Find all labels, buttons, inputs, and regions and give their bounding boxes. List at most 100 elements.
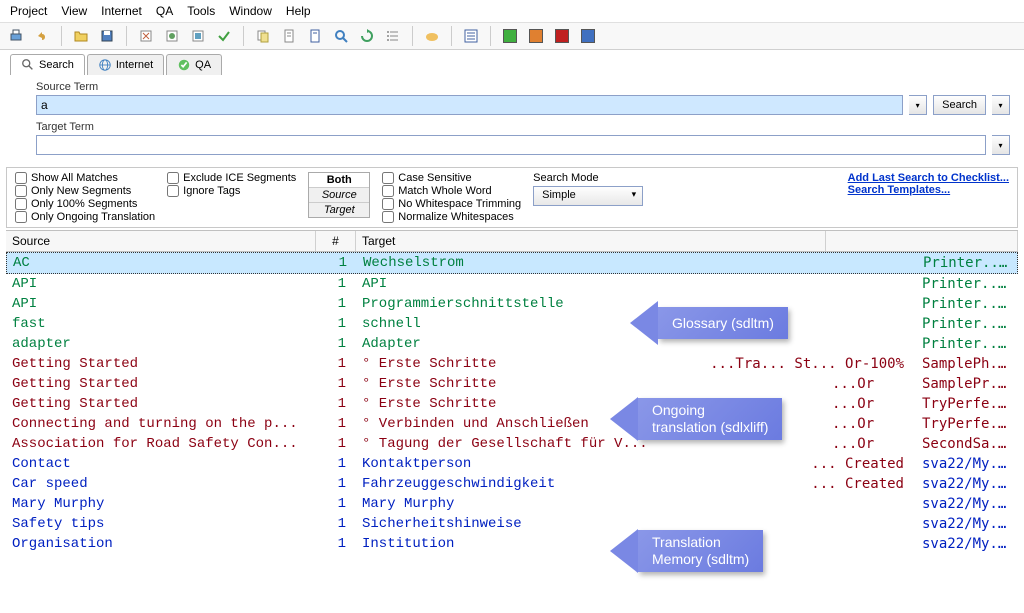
- menu-project[interactable]: Project: [10, 4, 47, 18]
- options-col-1: Show All Matches Only New Segments Only …: [15, 172, 155, 223]
- print-icon[interactable]: [6, 26, 26, 46]
- cell-extra: Created ...: [826, 455, 916, 473]
- opt-exclude-ice[interactable]: Exclude ICE Segments: [167, 172, 296, 184]
- cell-file: Printer....: [916, 295, 1018, 313]
- tool-icon-1[interactable]: [136, 26, 156, 46]
- copy-icon[interactable]: [253, 26, 273, 46]
- result-row[interactable]: fast1schnellPrinter....: [6, 314, 1018, 334]
- cloud-icon[interactable]: [422, 26, 442, 46]
- cell-file: Printer....: [916, 275, 1018, 293]
- options-col-2: Exclude ICE Segments Ignore Tags: [167, 172, 296, 197]
- opt-only-new-segments[interactable]: Only New Segments: [15, 185, 155, 197]
- cell-extra: [827, 254, 917, 272]
- tab-label: Internet: [116, 59, 153, 71]
- opt-only-100-segments[interactable]: Only 100% Segments: [15, 198, 155, 210]
- tab-qa[interactable]: QA: [166, 54, 222, 75]
- cell-num: 1: [316, 335, 356, 353]
- cell-target: ° Erste Schritte: [356, 375, 826, 393]
- toggle-both[interactable]: Both: [309, 173, 369, 188]
- form-icon[interactable]: [461, 26, 481, 46]
- source-term-input[interactable]: [36, 95, 903, 115]
- tab-search[interactable]: Search: [10, 54, 85, 75]
- callout-glossary: Glossary (sdltm): [658, 307, 788, 339]
- cell-source: Mary Murphy: [6, 495, 316, 513]
- cell-num: 1: [316, 375, 356, 393]
- undo-icon[interactable]: [32, 26, 52, 46]
- cell-file: TryPerfe...: [916, 395, 1018, 413]
- tab-internet[interactable]: Internet: [87, 54, 164, 75]
- cell-file: Printer....: [917, 254, 1017, 272]
- tool-icon-3[interactable]: [188, 26, 208, 46]
- result-row[interactable]: Organisation1Institutionsva22/My...: [6, 534, 1018, 554]
- cell-num: 1: [316, 455, 356, 473]
- cell-target: Mary Murphy: [356, 495, 826, 513]
- opt-case-sensitive[interactable]: Case Sensitive: [382, 172, 521, 184]
- doc-icon-1[interactable]: [279, 26, 299, 46]
- result-row[interactable]: API1ProgrammierschnittstellePrinter....: [6, 294, 1018, 314]
- link-add-last-search[interactable]: Add Last Search to Checklist...: [848, 172, 1009, 184]
- scope-toggle-group: Both Source Target: [308, 172, 370, 218]
- result-row[interactable]: Getting Started1° Erste Schritte100%-Tra…: [6, 354, 1018, 374]
- list-icon[interactable]: [383, 26, 403, 46]
- opt-ignore-tags[interactable]: Ignore Tags: [167, 185, 296, 197]
- menu-qa[interactable]: QA: [156, 4, 173, 18]
- toggle-target[interactable]: Target: [309, 203, 369, 217]
- result-row[interactable]: Association for Road Safety Con...1° Tag…: [6, 434, 1018, 454]
- toggle-source[interactable]: Source: [309, 188, 369, 203]
- square-red[interactable]: [552, 26, 572, 46]
- square-green[interactable]: [500, 26, 520, 46]
- tool-icon-4[interactable]: [214, 26, 234, 46]
- square-orange[interactable]: [526, 26, 546, 46]
- result-row[interactable]: Getting Started1° Erste SchritteOr...Sam…: [6, 374, 1018, 394]
- result-row[interactable]: Getting Started1° Erste SchritteOr...Try…: [6, 394, 1018, 414]
- result-row[interactable]: adapter1AdapterPrinter....: [6, 334, 1018, 354]
- result-row[interactable]: Safety tips1Sicherheitshinweisesva22/My.…: [6, 514, 1018, 534]
- cell-num: 1: [316, 535, 356, 553]
- refresh-icon[interactable]: [357, 26, 377, 46]
- search-button-dropdown[interactable]: ▾: [992, 95, 1010, 115]
- tool-icon-2[interactable]: [162, 26, 182, 46]
- globe-icon: [98, 58, 112, 72]
- folder-icon[interactable]: [71, 26, 91, 46]
- result-row[interactable]: Mary Murphy1Mary Murphysva22/My...: [6, 494, 1018, 514]
- result-row[interactable]: AC1WechselstromPrinter....: [6, 252, 1018, 274]
- cell-file: SamplePh...: [916, 355, 1018, 373]
- save-icon[interactable]: [97, 26, 117, 46]
- opt-no-whitespace-trimming[interactable]: No Whitespace Trimming: [382, 198, 521, 210]
- cell-extra: [826, 495, 916, 513]
- col-target-header[interactable]: Target: [356, 231, 826, 251]
- search-tool-icon[interactable]: [331, 26, 351, 46]
- cell-extra: [826, 335, 916, 353]
- cell-extra: Or...: [826, 375, 916, 393]
- square-blue[interactable]: [578, 26, 598, 46]
- cell-source: adapter: [6, 335, 316, 353]
- search-mode-select[interactable]: Simple: [533, 186, 643, 206]
- cell-source: fast: [6, 315, 316, 333]
- source-term-dropdown[interactable]: ▾: [909, 95, 927, 115]
- opt-show-all-matches[interactable]: Show All Matches: [15, 172, 155, 184]
- menu-window[interactable]: Window: [229, 4, 272, 18]
- menu-tools[interactable]: Tools: [187, 4, 215, 18]
- cell-source: API: [6, 295, 316, 313]
- target-term-dropdown[interactable]: ▾: [992, 135, 1010, 155]
- cell-num: 1: [316, 275, 356, 293]
- menu-view[interactable]: View: [61, 4, 87, 18]
- col-num-header[interactable]: #: [316, 231, 356, 251]
- cell-source: Safety tips: [6, 515, 316, 533]
- opt-match-whole-word[interactable]: Match Whole Word: [382, 185, 521, 197]
- opt-only-ongoing-translation[interactable]: Only Ongoing Translation: [15, 211, 155, 223]
- doc-icon-2[interactable]: [305, 26, 325, 46]
- search-button[interactable]: Search: [933, 95, 986, 115]
- result-row[interactable]: Car speed1FahrzeuggeschwindigkeitCreated…: [6, 474, 1018, 494]
- result-row[interactable]: API1APIPrinter....: [6, 274, 1018, 294]
- col-source-header[interactable]: Source: [6, 231, 316, 251]
- target-term-input[interactable]: [36, 135, 986, 155]
- menu-help[interactable]: Help: [286, 4, 311, 18]
- cell-extra: Or...: [826, 395, 916, 413]
- cell-file: sva22/My...: [916, 455, 1018, 473]
- link-search-templates[interactable]: Search Templates...: [848, 184, 1009, 196]
- result-row[interactable]: Connecting and turning on the p...1° Ver…: [6, 414, 1018, 434]
- opt-normalize-whitespaces[interactable]: Normalize Whitespaces: [382, 211, 521, 223]
- result-row[interactable]: Contact1KontaktpersonCreated ...sva22/My…: [6, 454, 1018, 474]
- menu-internet[interactable]: Internet: [101, 4, 142, 18]
